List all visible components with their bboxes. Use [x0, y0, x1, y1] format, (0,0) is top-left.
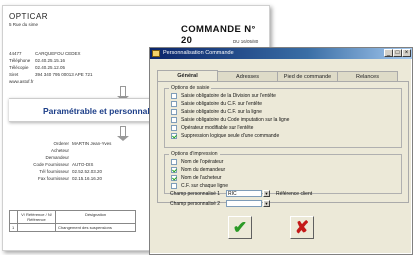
print-options-group: Options d'impression Nom de l'opérateur … [164, 151, 402, 194]
checkbox[interactable] [171, 159, 177, 165]
option-logical-delete[interactable]: Suppression logique seule d'une commande [171, 133, 279, 139]
chevron-down-icon[interactable]: ▼ [263, 200, 270, 207]
minimize-button[interactable]: _ [384, 49, 393, 57]
contact-row: Siret 394 340 795 00013 APE 721 [9, 72, 93, 77]
option-cf-header[interactable]: Saisie obligatoire du C.F. sur l'entête [171, 101, 262, 107]
company-name: OPTICAR [9, 12, 49, 21]
tab-addresses[interactable]: Adresses [217, 71, 278, 81]
checkbox-checked[interactable] [171, 175, 177, 181]
option-division-header[interactable]: Saisie obligatoire de la Division sur l'… [171, 93, 276, 99]
down-arrow-icon [117, 126, 129, 141]
field-row: Tél fournisseur 02.52.52.03.20 [39, 169, 103, 174]
print-options-legend: Options d'impression [169, 151, 220, 157]
checkbox[interactable] [171, 109, 177, 115]
table-header: V/ Référence / N/ Référence [17, 210, 56, 224]
custom-field-1-hint: Référence client [276, 190, 313, 197]
contact-row: Téléphone 02.40.25.15.16 [9, 58, 66, 63]
contact-row: Télécopie 02.40.25.12.05 [9, 65, 66, 70]
custom-field-1: Champ personnalisé 1 RIC ▼ Référence cli… [170, 190, 313, 197]
close-button[interactable]: × [402, 49, 411, 57]
down-arrow-icon [117, 86, 129, 101]
checkbox[interactable] [171, 93, 177, 99]
entry-options-group: Options de saisie Saisie obligatoire de … [164, 85, 402, 148]
checkbox[interactable] [171, 125, 177, 131]
field-row: Acheteur [50, 148, 69, 153]
maximize-button[interactable]: □ [393, 49, 402, 57]
option-imputation-line[interactable]: Saisie obligatoire du Code imputation su… [171, 117, 289, 123]
custom-field-2-input[interactable] [226, 200, 262, 207]
chevron-down-icon[interactable]: ▼ [263, 190, 270, 197]
table-header: Désignation [55, 210, 136, 224]
tab-reminders[interactable]: Relances [337, 71, 398, 81]
checkbox[interactable] [171, 101, 177, 107]
contact-row: 44477 CARQUEFOU CEDEX [9, 51, 81, 56]
dialog-title: Personnalisation Commande [163, 50, 234, 56]
app-icon [152, 50, 160, 57]
custom-field-2: Champ personnalisé 2 ▼ [170, 200, 270, 207]
custom-field-1-input[interactable]: RIC [226, 190, 262, 197]
option-operator-editable[interactable]: Opérateur modifiable sur l'entête [171, 125, 253, 131]
field-row: Demandeur [45, 155, 69, 160]
table-row: 1 Changement des suspensions [9, 223, 136, 232]
option-operator-name[interactable]: Nom de l'opérateur [171, 159, 223, 165]
ok-button[interactable]: ✔ [228, 216, 252, 239]
option-buyer-name[interactable]: Nom de l'acheteur [171, 175, 221, 181]
personalisation-dialog: Personnalisation Commande _ □ × Général … [149, 47, 413, 255]
company-address: 5 Rue du sime [9, 22, 39, 27]
option-cf-each-line[interactable]: C.F. sur chaque ligne [171, 183, 228, 189]
tab-bar: Général Adresses Pied de commande Relanc… [157, 70, 398, 81]
checkbox-checked[interactable] [171, 133, 177, 139]
checkbox-checked[interactable] [171, 167, 177, 173]
tab-general[interactable]: Général [157, 70, 218, 81]
general-panel: Options de saisie Saisie obligatoire de … [157, 81, 409, 203]
field-row: Code Fournisseur AUTO-DIS [33, 162, 94, 167]
contact-row: www.astof.fr [9, 79, 34, 84]
order-date: DU 16/05/80 [233, 39, 259, 44]
dialog-titlebar[interactable]: Personnalisation Commande _ □ × [150, 48, 412, 59]
field-row: Fax fournisseur 02.15.16.16.20 [37, 176, 103, 181]
company-contacts: 44477 CARQUEFOU CEDEX Téléphone 02.40.25.1… [9, 50, 93, 85]
checkbox[interactable] [171, 117, 177, 123]
entry-options-legend: Options de saisie [169, 85, 212, 91]
tab-order-footer[interactable]: Pied de commande [277, 71, 338, 81]
option-cf-line[interactable]: Saisie obligatoire du C.F. sur la ligne [171, 109, 262, 115]
order-fields: Orderer MARTIN Jean-Yves Acheteur Demande… [11, 140, 111, 182]
checkbox[interactable] [171, 183, 177, 189]
field-row: Orderer MARTIN Jean-Yves [53, 141, 112, 146]
order-lines-table: V/ Référence / N/ Référence Désignation … [9, 210, 136, 232]
cancel-button[interactable]: ✘ [290, 216, 314, 239]
option-requester-name[interactable]: Nom du demandeur [171, 167, 225, 173]
